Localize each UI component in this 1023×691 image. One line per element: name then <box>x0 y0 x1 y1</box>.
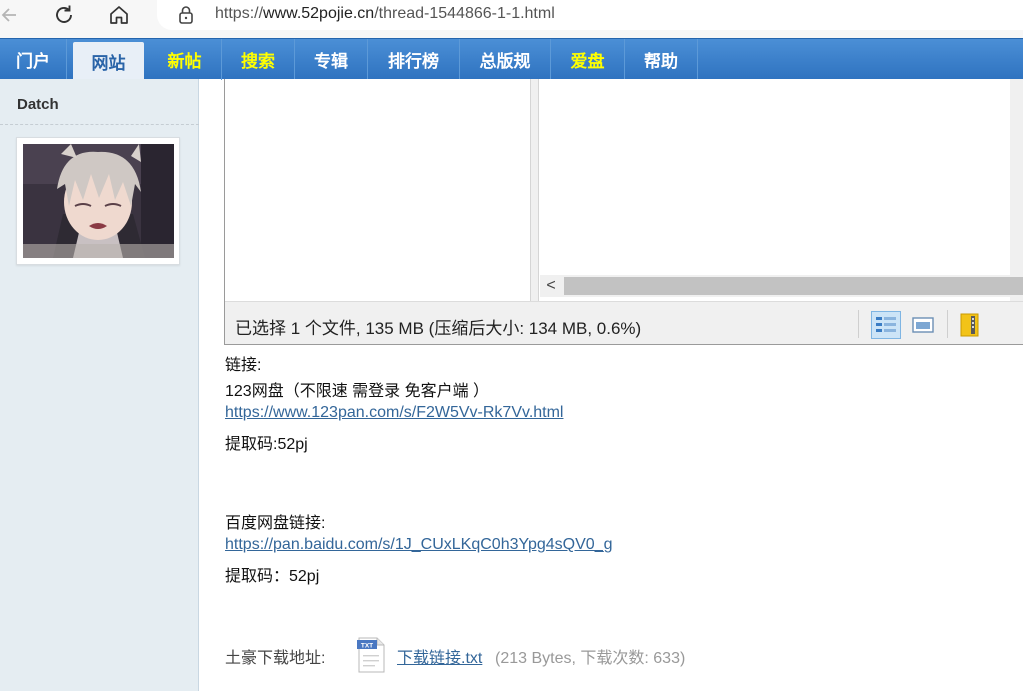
screenshot-statusbar: 已选择 1 个文件, 135 MB (压缩后大小: 134 MB, 0.6%) <box>225 301 1023 344</box>
author-divider <box>0 124 199 125</box>
status-separator <box>947 310 948 338</box>
post-123pan-title: 123网盘（不限速 需登录 免客户端 ） <box>225 383 490 400</box>
nav-portal[interactable]: 门户 <box>0 39 67 80</box>
txt-label: TXT <box>361 643 373 650</box>
screenshot-splitter <box>531 79 539 301</box>
archive-icon <box>955 311 985 339</box>
url-path: /thread-1544866-1-1.html <box>374 5 555 22</box>
status-text: 已选择 1 个文件, 135 MB (压缩后大小: 134 MB, 0.6%) <box>235 319 642 338</box>
screenshot-horizontal-scrollbar: < <box>540 275 1023 297</box>
screenshot-folder-pane <box>225 79 531 301</box>
author-name[interactable]: Datch <box>17 96 59 113</box>
scroll-left-icon: < <box>546 277 556 294</box>
refresh-icon <box>56 5 72 23</box>
post-123pan-code: 提取码:52pj <box>225 436 308 453</box>
avatar[interactable] <box>16 137 180 265</box>
back-button[interactable] <box>0 0 24 30</box>
nav-search[interactable]: 搜索 <box>222 39 295 80</box>
url-text[interactable]: https://www.52pojie.cn/thread-1544866-1-… <box>215 5 555 23</box>
home-icon <box>110 6 128 24</box>
nav-aipan[interactable]: 爱盘 <box>551 39 625 80</box>
status-separator <box>858 310 859 338</box>
attachment-label: 土豪下载地址: <box>225 650 326 667</box>
nav-albums[interactable]: 专辑 <box>295 39 368 80</box>
site-navigation: 门户 网站 新帖 搜索 专辑 排行榜 总版规 爱盘 帮助 <box>0 38 1023 80</box>
nav-rules[interactable]: 总版规 <box>460 39 551 80</box>
post-baidu-code: 提取码：52pj <box>225 568 320 585</box>
screenshot-file-pane <box>540 79 1010 275</box>
nav-ranking[interactable]: 排行榜 <box>368 39 460 80</box>
address-bar[interactable]: https://www.52pojie.cn/thread-1544866-1-… <box>157 0 1023 30</box>
post-author-panel: Datch <box>0 79 199 691</box>
screenshot-edge <box>1010 79 1023 301</box>
scroll-thumb <box>564 277 1023 295</box>
avatar-image <box>23 144 174 258</box>
url-prefix: https:// <box>215 5 264 22</box>
browser-toolbar: https://www.52pojie.cn/thread-1544866-1-… <box>0 0 1023 38</box>
post-123pan-link[interactable]: https://www.123pan.com/s/F2W5Vv-Rk7Vv.ht… <box>225 404 563 422</box>
post-baidu-link[interactable]: https://pan.baidu.com/s/1J_CUxLKqC0h3Ypg… <box>225 536 613 554</box>
nav-website[interactable]: 网站 <box>73 42 144 80</box>
post-baidu-label: 百度网盘链接: <box>225 515 326 532</box>
post-screenshot: < 已选择 1 个文件, 135 MB (压缩后大小: 134 MB, 0.6%… <box>224 79 1023 345</box>
arrow-left-icon <box>1 8 16 22</box>
nav-help[interactable]: 帮助 <box>625 39 698 80</box>
lock-icon[interactable] <box>177 5 195 25</box>
url-host: www.52pojie.cn <box>263 5 375 22</box>
attachment-file-link[interactable]: 下载链接.txt <box>397 644 482 668</box>
refresh-button[interactable] <box>49 0 79 30</box>
preview-pane-icon <box>908 311 938 339</box>
txt-file-icon[interactable]: TXT <box>356 637 386 673</box>
post-link-label: 链接: <box>225 357 262 374</box>
attachment-meta: (213 Bytes, 下载次数: 633) <box>495 650 686 667</box>
details-view-icon <box>871 311 901 339</box>
home-button[interactable] <box>104 0 134 30</box>
nav-new-posts[interactable]: 新帖 <box>148 39 222 80</box>
